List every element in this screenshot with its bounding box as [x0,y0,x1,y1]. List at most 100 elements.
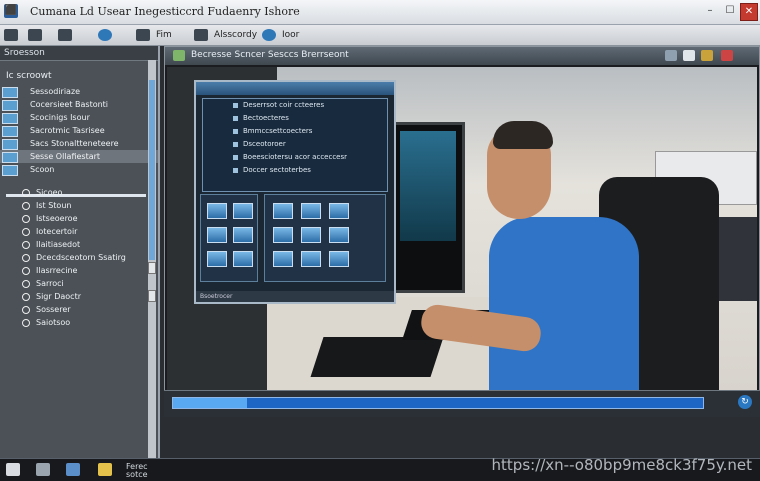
folder-icon [2,165,18,176]
toolbar-item-ioor[interactable]: Ioor [262,27,299,43]
tile-icon[interactable] [273,203,293,219]
tile-icon[interactable] [233,203,253,219]
monitor-icon[interactable] [66,463,80,476]
folder-icon [2,152,18,163]
radio-icon [22,306,30,314]
star-icon[interactable] [98,463,112,476]
tile-icon[interactable] [301,251,321,267]
close-button[interactable]: ✕ [740,3,758,21]
media-app-icon [173,50,185,61]
icon-grid [200,194,386,282]
list-item[interactable]: Bmmccsettcoecters [203,125,387,138]
minimize-button[interactable]: – [702,4,718,18]
window-icon[interactable] [36,463,50,476]
settings-icon [262,28,276,41]
sidebar-subitem[interactable]: Iotecertoir [0,225,158,238]
toolbar: Fim Alsscordy Ioor [0,25,760,46]
sidebar-subitem[interactable]: Istseoeroe [0,212,158,225]
sidebar-item-selected[interactable]: Sesse Ollafiestart [0,150,158,163]
globe-button[interactable] [98,27,118,43]
sidebar-subitem[interactable]: Ilasrrecine [0,264,158,277]
sidebar-subitem[interactable]: Ist Stoun [0,199,158,212]
start-icon[interactable] [6,463,20,476]
window-icon[interactable] [683,50,695,61]
sidebar-subitem[interactable]: Sicoeo [0,186,158,199]
radio-icon [22,280,30,288]
dialog-status: Bsoetrocer [196,291,394,302]
back-arrow-icon [4,28,18,41]
person-hair [493,121,553,149]
sidebar-item[interactable]: Scocinigs Isour [0,111,158,124]
sidebar-subitem[interactable]: Ilaitiasedot [0,238,158,251]
back-button[interactable] [4,27,24,43]
tile-icon[interactable] [329,227,349,243]
sidebar: Sroesson Ic scroowt Sessodiriaze Cocersi… [0,46,160,458]
vertical-scrollbar[interactable] [148,60,156,458]
document-icon [136,28,150,41]
sidebar-subitem[interactable]: Dcecdsceotorn Ssatirg [0,251,158,264]
folder-icon [2,100,18,111]
folder-icon [28,28,42,41]
sidebar-subitem[interactable]: Sarroci [0,277,158,290]
sidebar-subitem[interactable]: Saiotsoo [0,316,158,329]
monitor-screen [400,131,456,241]
tile-icon[interactable] [329,251,349,267]
close-icon[interactable] [721,50,733,61]
tile-icon[interactable] [233,227,253,243]
share-icon[interactable] [665,50,677,61]
search-button[interactable] [58,27,78,43]
folder-button[interactable] [28,27,48,43]
sidebar-subitem[interactable]: Sosserer [0,303,158,316]
progress-track[interactable] [172,397,704,409]
tile-icon[interactable] [301,203,321,219]
file-dialog: Deserrsot coir ccteeres Bectoecteres Bmm… [194,80,396,304]
sidebar-item[interactable]: Sacs Stonaltteneteere [0,137,158,150]
toolbar-item-alsscordy[interactable]: Alsscordy [194,27,257,43]
keyboard [310,337,444,377]
folder-icon [2,139,18,150]
tree-root[interactable]: Ic scroowt [0,61,158,85]
scroll-down-button[interactable] [148,290,156,302]
list-item[interactable]: Bectoecteres [203,112,387,125]
radio-icon [22,267,30,275]
toolbar-item-fim[interactable]: Fim [136,27,172,43]
maximize-button[interactable]: ☐ [722,4,738,18]
tile-icon[interactable] [273,227,293,243]
radio-icon [22,202,30,210]
list-item[interactable]: Doccer sectoterbes [203,164,387,177]
radio-icon [22,319,30,327]
sidebar-item[interactable]: Sacrotmic Tasrisee [0,124,158,137]
watermark: https://xn--o80bp9me8ck3f75y.net [491,456,752,474]
radio-icon [22,254,30,262]
sidebar-item[interactable]: Sessodiriaze [0,85,158,98]
tile-icon[interactable] [233,251,253,267]
tile-icon[interactable] [207,251,227,267]
tile-icon[interactable] [301,227,321,243]
list-item[interactable]: Boeesciotersu acor acceccesr [203,151,387,164]
scroll-up-button[interactable] [148,262,156,274]
window-title: Cumana Ld Usear Inegesticcrd Fudaenry Is… [30,5,300,18]
sidebar-header: Sroesson [0,46,158,61]
icon-pane-left [200,194,258,282]
folder-icon[interactable] [701,50,713,61]
folder-icon [2,87,18,98]
sidebar-item[interactable]: Cocersieet Bastonti [0,98,158,111]
taskbar-label[interactable]: sotce [126,470,148,479]
radio-icon [22,189,30,197]
office-equipment [715,217,757,301]
list-item[interactable]: Deserrsot coir ccteeres [203,99,387,112]
tile-icon[interactable] [207,203,227,219]
person-shirt [489,217,639,403]
tile-icon[interactable] [273,251,293,267]
tile-icon[interactable] [329,203,349,219]
monitor [393,122,465,293]
media-header: Becresse Scncer Sesccs Brerrseont [165,47,759,65]
list-item[interactable]: Dsceotoroer [203,138,387,151]
tile-icon[interactable] [207,227,227,243]
seek-bar: ↻ [164,390,760,417]
sidebar-subitem[interactable]: Sigr Daoctr [0,290,158,303]
refresh-icon[interactable]: ↻ [738,395,752,409]
scrollbar-thumb[interactable] [149,80,155,260]
icon-pane-right [264,194,386,282]
sidebar-item[interactable]: Scoon [0,163,158,176]
